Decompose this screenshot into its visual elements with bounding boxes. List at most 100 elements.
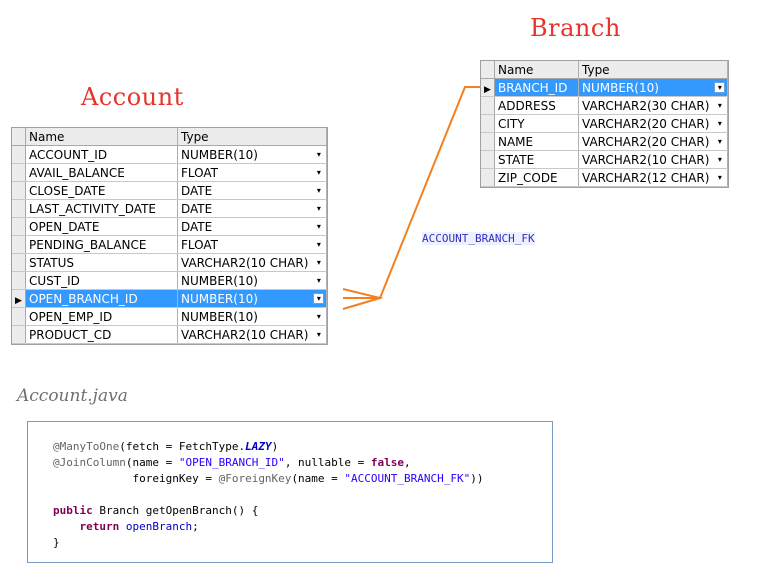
table-row[interactable]: CLOSE_DATE DATE ▾ [12, 181, 328, 200]
column-name-cell[interactable]: ACCOUNT_ID [25, 145, 178, 164]
column-name-cell[interactable]: AVAIL_BALANCE [25, 163, 178, 182]
row-selector[interactable] [481, 96, 495, 115]
table-row[interactable]: ACCOUNT_ID NUMBER(10) ▾ [12, 145, 328, 164]
dropdown-arrow-icon[interactable]: ▾ [714, 172, 725, 183]
row-selector[interactable] [12, 163, 26, 182]
row-selector[interactable] [12, 325, 26, 344]
column-type-cell[interactable]: VARCHAR2(10 CHAR) ▾ [578, 150, 729, 169]
column-type-cell[interactable]: VARCHAR2(10 CHAR) ▾ [177, 253, 328, 272]
row-selector[interactable] [12, 235, 26, 254]
row-selector-header [481, 61, 495, 79]
connector-line [379, 86, 480, 299]
column-name-cell[interactable]: CITY [494, 114, 579, 133]
table-row[interactable]: ADDRESS VARCHAR2(30 CHAR) ▾ [481, 96, 729, 115]
column-name-cell[interactable]: OPEN_DATE [25, 217, 178, 236]
table-row[interactable]: STATE VARCHAR2(10 CHAR) ▾ [481, 150, 729, 169]
code-keyword: false [370, 456, 405, 469]
column-type-cell[interactable]: NUMBER(10) ▾ [578, 78, 729, 97]
dropdown-arrow-icon[interactable]: ▾ [313, 167, 324, 178]
table-row[interactable]: LAST_ACTIVITY_DATE DATE ▾ [12, 199, 328, 218]
dropdown-arrow-icon[interactable]: ▾ [313, 149, 324, 160]
row-selector[interactable] [481, 150, 495, 169]
column-name-cell[interactable]: PRODUCT_CD [25, 325, 178, 344]
dropdown-arrow-icon[interactable]: ▾ [714, 118, 725, 129]
table-row[interactable]: STATUS VARCHAR2(10 CHAR) ▾ [12, 253, 328, 272]
dropdown-arrow-icon[interactable]: ▾ [313, 203, 324, 214]
table-row[interactable]: OPEN_EMP_ID NUMBER(10) ▾ [12, 307, 328, 326]
column-type-cell[interactable]: VARCHAR2(12 CHAR) ▾ [578, 168, 729, 187]
column-name-cell[interactable]: ZIP_CODE [494, 168, 579, 187]
row-selector[interactable] [12, 271, 26, 290]
column-name-cell[interactable]: NAME [494, 132, 579, 151]
column-name-cell[interactable]: LAST_ACTIVITY_DATE [25, 199, 178, 218]
table-row[interactable]: CITY VARCHAR2(20 CHAR) ▾ [481, 114, 729, 133]
column-type-cell[interactable]: VARCHAR2(20 CHAR) ▾ [578, 114, 729, 133]
column-type-cell[interactable]: NUMBER(10) ▾ [177, 307, 328, 326]
column-name-cell[interactable]: BRANCH_ID [494, 78, 579, 97]
table-row[interactable]: ▶ BRANCH_ID NUMBER(10) ▾ [481, 78, 729, 97]
dropdown-arrow-icon[interactable]: ▾ [313, 221, 324, 232]
column-type-cell[interactable]: DATE ▾ [177, 199, 328, 218]
dropdown-arrow-icon[interactable]: ▾ [313, 311, 324, 322]
column-name-cell[interactable]: OPEN_EMP_ID [25, 307, 178, 326]
table-row[interactable]: PENDING_BALANCE FLOAT ▾ [12, 235, 328, 254]
code-block: @ManyToOne(fetch = FetchType.LAZY) @Join… [53, 439, 484, 551]
dropdown-arrow-icon[interactable]: ▾ [313, 257, 324, 268]
dropdown-arrow-icon[interactable]: ▾ [714, 82, 726, 93]
table-row[interactable]: ZIP_CODE VARCHAR2(12 CHAR) ▾ [481, 168, 729, 187]
column-name-cell[interactable]: CLOSE_DATE [25, 181, 178, 200]
column-type-value: DATE [181, 201, 213, 216]
table-row[interactable]: PRODUCT_CD VARCHAR2(10 CHAR) ▾ [12, 325, 328, 344]
column-type-cell[interactable]: FLOAT ▾ [177, 235, 328, 254]
column-type-value: FLOAT [181, 237, 219, 252]
column-type-cell[interactable]: VARCHAR2(20 CHAR) ▾ [578, 132, 729, 151]
row-selector[interactable] [12, 199, 26, 218]
dropdown-arrow-icon[interactable]: ▾ [313, 293, 325, 304]
dropdown-arrow-icon[interactable]: ▾ [313, 185, 324, 196]
column-type-value: NUMBER(10) [181, 147, 258, 162]
dropdown-arrow-icon[interactable]: ▾ [714, 100, 725, 111]
row-selector[interactable] [481, 168, 495, 187]
column-type-cell[interactable]: NUMBER(10) ▾ [177, 271, 328, 290]
column-type-cell[interactable]: NUMBER(10) ▾ [177, 289, 328, 308]
code-text: ) [271, 440, 279, 453]
table-header-row: Name Type [12, 128, 328, 146]
column-type-cell[interactable]: VARCHAR2(10 CHAR) ▾ [177, 325, 328, 344]
dropdown-arrow-icon[interactable]: ▾ [313, 239, 324, 250]
column-type-cell[interactable]: DATE ▾ [177, 217, 328, 236]
row-selector[interactable] [12, 145, 26, 164]
column-name-cell[interactable]: STATUS [25, 253, 178, 272]
dropdown-arrow-icon[interactable]: ▾ [714, 136, 725, 147]
row-selector[interactable] [481, 114, 495, 133]
column-type-cell[interactable]: FLOAT ▾ [177, 163, 328, 182]
column-type-cell[interactable]: VARCHAR2(30 CHAR) ▾ [578, 96, 729, 115]
table-row[interactable]: OPEN_DATE DATE ▾ [12, 217, 328, 236]
dropdown-arrow-icon[interactable]: ▾ [714, 154, 725, 165]
column-type-value: VARCHAR2(10 CHAR) [181, 255, 309, 270]
table-row[interactable]: NAME VARCHAR2(20 CHAR) ▾ [481, 132, 729, 151]
table-row[interactable]: AVAIL_BALANCE FLOAT ▾ [12, 163, 328, 182]
row-selector[interactable] [12, 217, 26, 236]
row-selector[interactable] [12, 253, 26, 272]
column-type-cell[interactable]: NUMBER(10) ▾ [177, 145, 328, 164]
column-header-type: Type [177, 128, 328, 146]
row-selector[interactable] [12, 181, 26, 200]
row-selector[interactable]: ▶ [12, 289, 26, 308]
column-name-cell[interactable]: STATE [494, 150, 579, 169]
column-type-value: VARCHAR2(10 CHAR) [582, 152, 710, 167]
row-selector[interactable]: ▶ [481, 78, 495, 97]
dropdown-arrow-icon[interactable]: ▾ [313, 329, 324, 340]
row-selector[interactable] [481, 132, 495, 151]
table-row[interactable]: CUST_ID NUMBER(10) ▾ [12, 271, 328, 290]
column-name-cell[interactable]: PENDING_BALANCE [25, 235, 178, 254]
code-text: } [53, 536, 60, 549]
row-selector[interactable] [12, 307, 26, 326]
column-name-cell[interactable]: ADDRESS [494, 96, 579, 115]
dropdown-arrow-icon[interactable]: ▾ [313, 275, 324, 286]
column-type-value: NUMBER(10) [181, 273, 258, 288]
code-text: , [404, 456, 411, 469]
table-row[interactable]: ▶ OPEN_BRANCH_ID NUMBER(10) ▾ [12, 289, 328, 308]
column-name-cell[interactable]: CUST_ID [25, 271, 178, 290]
column-name-cell[interactable]: OPEN_BRANCH_ID [25, 289, 178, 308]
column-type-cell[interactable]: DATE ▾ [177, 181, 328, 200]
